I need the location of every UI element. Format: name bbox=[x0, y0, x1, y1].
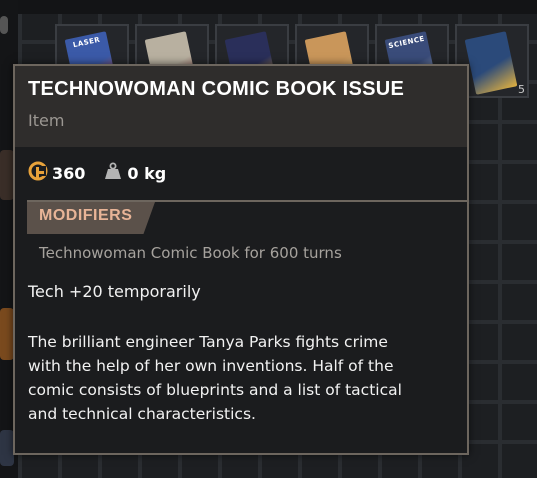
equipment-item-partial[interactable] bbox=[0, 308, 14, 360]
description-line: comic consists of blueprints and a list … bbox=[28, 381, 402, 399]
modifier-entry: Technowoman Comic Book for 600 turns bbox=[39, 244, 342, 262]
inventory-top-bar bbox=[18, 0, 537, 14]
item-type: Item bbox=[28, 111, 65, 130]
modifiers-label: MODIFIERS bbox=[39, 207, 133, 224]
equipment-item-partial[interactable] bbox=[0, 150, 14, 200]
tooltip-header: TECHNOWOMAN COMIC BOOK ISSUE Item bbox=[15, 66, 467, 147]
value-stat: 360 bbox=[28, 161, 85, 185]
item-value: 360 bbox=[52, 163, 86, 183]
item-stats: 360 0 kg bbox=[28, 161, 184, 185]
weight-icon bbox=[103, 161, 123, 185]
comic-cover-title: SCIENCE bbox=[387, 34, 426, 51]
item-description: The brilliant engineer Tanya Parks fight… bbox=[28, 330, 458, 426]
weight-stat: 0 kg bbox=[103, 161, 166, 185]
currency-icon bbox=[28, 161, 48, 185]
equipment-item-partial[interactable] bbox=[0, 16, 8, 34]
modifiers-divider bbox=[27, 200, 469, 202]
description-line: with the help of her own inventions. Hal… bbox=[28, 357, 394, 375]
description-line: The brilliant engineer Tanya Parks fight… bbox=[28, 333, 388, 351]
comic-cover-title: LASER bbox=[72, 35, 101, 50]
equipment-item-partial[interactable] bbox=[0, 430, 14, 466]
effect-text: Tech +20 temporarily bbox=[28, 282, 201, 301]
game-screen: LASER SCIENCE 5 TECHNOWOMAN COMIC BOOK ISS… bbox=[0, 0, 537, 478]
description-line: and technical characteristics. bbox=[28, 405, 256, 423]
item-weight: 0 kg bbox=[127, 163, 167, 183]
comic-book-icon bbox=[464, 31, 518, 95]
stack-count: 5 bbox=[518, 83, 525, 96]
item-title: TECHNOWOMAN COMIC BOOK ISSUE bbox=[28, 78, 405, 100]
item-tooltip: TECHNOWOMAN COMIC BOOK ISSUE Item 360 0 … bbox=[13, 64, 469, 455]
